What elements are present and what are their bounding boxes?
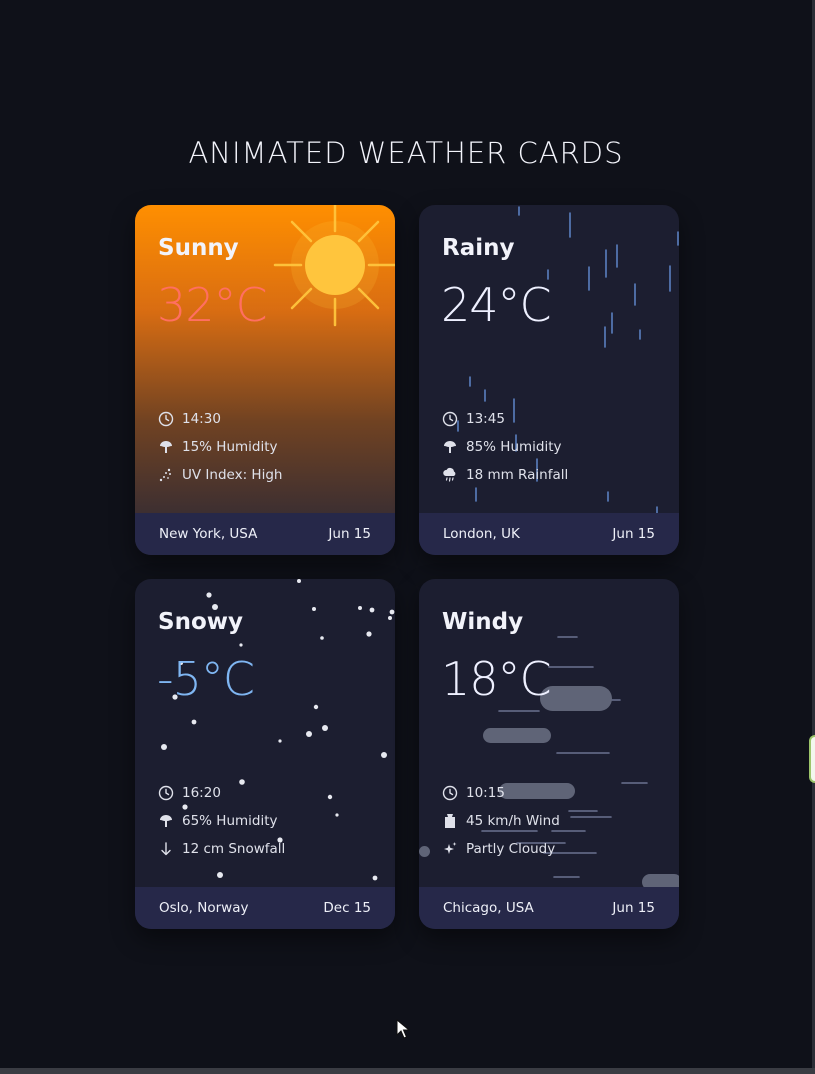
card-footer: New York, USA Jun 15	[135, 513, 395, 555]
weather-card-sunny[interactable]: Sunny 32°C 14:30 15% Humidity UV Index: …	[135, 205, 395, 555]
sparkle-icon	[442, 841, 458, 857]
arrow-down-icon	[158, 841, 174, 857]
weather-details: 14:30 15% Humidity UV Index: High	[158, 405, 282, 489]
temperature-value: 32°C	[157, 278, 268, 332]
condition-label: Sunny	[158, 235, 239, 261]
condition-label: Windy	[442, 609, 524, 635]
detail-humidity: 85% Humidity	[442, 433, 568, 461]
humidity-text: 15% Humidity	[182, 439, 278, 455]
detail-sky: Partly Cloudy	[442, 835, 560, 863]
weather-card-snowy[interactable]: Snowy -5°C 16:20 65% Humidity 12 cm Snow…	[135, 579, 395, 929]
detail-humidity: 15% Humidity	[158, 433, 282, 461]
location-text: Oslo, Norway	[159, 900, 249, 916]
temperature-value: 24°C	[441, 278, 552, 332]
side-panel-handle[interactable]	[809, 735, 815, 783]
location-text: New York, USA	[159, 526, 258, 542]
location-text: London, UK	[443, 526, 520, 542]
detail-rainfall: 18 mm Rainfall	[442, 461, 568, 489]
date-text: Jun 15	[612, 900, 655, 916]
humidity-icon	[442, 439, 458, 455]
rain-cloud-icon	[442, 467, 458, 483]
weather-card-rainy[interactable]: Rainy 24°C 13:45 85% Humidity 18 mm Rain…	[419, 205, 679, 555]
humidity-text: 65% Humidity	[182, 813, 278, 829]
uv-text: UV Index: High	[182, 467, 283, 483]
humidity-text: 85% Humidity	[466, 439, 562, 455]
detail-time: 16:20	[158, 779, 285, 807]
clock-icon	[158, 411, 174, 427]
humidity-icon	[158, 439, 174, 455]
date-text: Jun 15	[328, 526, 371, 542]
snowfall-text: 12 cm Snowfall	[182, 841, 286, 857]
wind-text: 45 km/h Wind	[466, 813, 560, 829]
condition-label: Snowy	[158, 609, 243, 635]
wind-icon	[442, 813, 458, 829]
window-bottom-edge	[0, 1068, 815, 1074]
detail-time: 14:30	[158, 405, 282, 433]
detail-uv: UV Index: High	[158, 461, 282, 489]
temperature-value: 18°C	[441, 652, 552, 706]
detail-time: 13:45	[442, 405, 568, 433]
clock-icon	[442, 411, 458, 427]
weather-details: 10:15 45 km/h Wind Partly Cloudy	[442, 779, 560, 863]
uv-icon	[158, 467, 174, 483]
detail-snowfall: 12 cm Snowfall	[158, 835, 285, 863]
clock-icon	[158, 785, 174, 801]
date-text: Dec 15	[323, 900, 371, 916]
sky-text: Partly Cloudy	[466, 841, 556, 857]
weather-details: 16:20 65% Humidity 12 cm Snowfall	[158, 779, 285, 863]
card-footer: London, UK Jun 15	[419, 513, 679, 555]
clock-icon	[442, 785, 458, 801]
detail-humidity: 65% Humidity	[158, 807, 285, 835]
weather-card-windy[interactable]: Windy 18°C 10:15 45 km/h Wind Partly Clo…	[419, 579, 679, 929]
detail-time: 10:15	[442, 779, 560, 807]
mouse-cursor-icon	[396, 1019, 410, 1039]
card-footer: Oslo, Norway Dec 15	[135, 887, 395, 929]
detail-wind: 45 km/h Wind	[442, 807, 560, 835]
card-footer: Chicago, USA Jun 15	[419, 887, 679, 929]
date-text: Jun 15	[612, 526, 655, 542]
location-text: Chicago, USA	[443, 900, 534, 916]
time-text: 14:30	[182, 411, 221, 427]
time-text: 16:20	[182, 785, 221, 801]
rainfall-text: 18 mm Rainfall	[466, 467, 569, 483]
time-text: 13:45	[466, 411, 505, 427]
temperature-value: -5°C	[157, 652, 255, 706]
time-text: 10:15	[466, 785, 505, 801]
humidity-icon	[158, 813, 174, 829]
weather-details: 13:45 85% Humidity 18 mm Rainfall	[442, 405, 568, 489]
condition-label: Rainy	[442, 235, 515, 261]
page-title: ANIMATED WEATHER CARDS	[188, 136, 624, 170]
